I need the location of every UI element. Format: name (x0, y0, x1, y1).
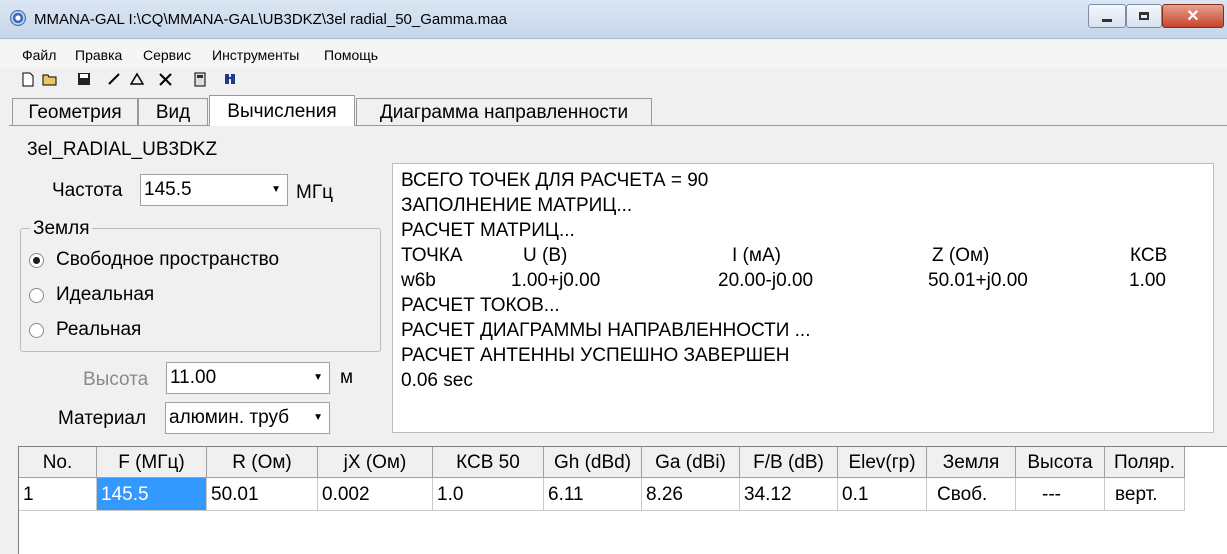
line-draw-icon[interactable] (106, 72, 122, 90)
tab-calculation[interactable]: Вычисления (209, 95, 355, 126)
tools-icon[interactable] (158, 72, 174, 90)
maximize-icon (1139, 12, 1149, 20)
tab-view[interactable]: Вид (138, 98, 208, 125)
height-unit: м (340, 367, 354, 388)
output-value-point: w6b (401, 270, 436, 291)
frequency-unit: МГц (296, 182, 333, 203)
antenna-name: 3el_RADIAL_UB3DKZ (27, 139, 218, 160)
table-cell[interactable]: 8.26 (642, 478, 740, 511)
material-label: Материал (58, 408, 147, 429)
output-line: РАСЧЕТ ДИАГРАММЫ НАПРАВЛЕННОСТИ ... (401, 320, 811, 341)
tab-geometry[interactable]: Геометрия (12, 98, 138, 125)
ground-group-title: Земля (30, 218, 93, 240)
triangle-icon[interactable] (129, 72, 145, 90)
frequency-value: 145.5 (144, 179, 192, 200)
radio-real-label[interactable]: Реальная (56, 319, 141, 341)
open-folder-icon[interactable] (42, 72, 58, 90)
output-line: РАСЧЕТ АНТЕННЫ УСПЕШНО ЗАВЕРШЕН (401, 345, 790, 366)
table-cell[interactable]: 1 (19, 478, 97, 511)
chevron-down-icon[interactable]: ▼ (313, 363, 323, 393)
table-cell[interactable]: 1.0 (433, 478, 544, 511)
radio-free-space-label[interactable]: Свободное пространство (56, 249, 279, 271)
column-header-r[interactable]: R (Ом) (207, 447, 318, 478)
frequency-label: Частота (52, 180, 123, 201)
close-button[interactable]: ✕ (1162, 4, 1224, 28)
chevron-down-icon[interactable]: ▼ (313, 403, 323, 433)
column-header-polarization[interactable]: Поляр. (1105, 447, 1185, 478)
minimize-icon (1102, 18, 1112, 22)
output-value-current: 20.00-j0.00 (718, 270, 814, 291)
output-line: РАСЧЕТ МАТРИЦ... (401, 220, 575, 241)
column-header-height[interactable]: Высота (1016, 447, 1105, 478)
column-header-no[interactable]: No. (19, 447, 97, 478)
output-line: ВСЕГО ТОЧЕК ДЛЯ РАСЧЕТА = 90 (401, 170, 709, 191)
minimize-button[interactable] (1088, 4, 1126, 28)
chevron-down-icon[interactable]: ▼ (271, 175, 281, 205)
column-header-ground[interactable]: Земля (927, 447, 1016, 478)
table-cell[interactable]: 0.002 (318, 478, 433, 511)
table-cell[interactable]: 50.01 (207, 478, 318, 511)
results-table[interactable]: No. F (МГц) R (Ом) jX (Ом) КСВ 50 Gh (dB… (18, 446, 1227, 554)
output-value-swr: 1.00 (1129, 270, 1166, 291)
table-cell[interactable]: Своб. (927, 478, 1016, 511)
menu-service[interactable]: Сервис (143, 47, 191, 63)
radio-selected-dot (33, 257, 40, 264)
table-cell[interactable]: 34.12 (740, 478, 838, 511)
table-cell-selected[interactable]: 145.5 (97, 478, 207, 511)
output-value-voltage: 1.00+j0.00 (511, 270, 601, 291)
height-combo[interactable]: 11.00 ▼ (166, 362, 330, 394)
save-disk-icon[interactable] (76, 72, 92, 90)
menu-edit[interactable]: Правка (75, 47, 122, 63)
maximize-button[interactable] (1126, 4, 1162, 28)
material-value: алюмин. труб (169, 407, 290, 428)
column-header-swr50[interactable]: КСВ 50 (433, 447, 544, 478)
output-line: ЗАПОЛНЕНИЕ МАТРИЦ... (401, 195, 633, 216)
frequency-combo[interactable]: 145.5 ▼ (140, 174, 288, 206)
table-cell[interactable]: верт. (1105, 478, 1185, 511)
column-header-jx[interactable]: jX (Ом) (318, 447, 433, 478)
menu-file[interactable]: Файл (22, 47, 56, 63)
table-cell[interactable]: 0.1 (838, 478, 927, 511)
app-icon (10, 10, 26, 26)
antenna-icon[interactable] (222, 72, 238, 90)
column-header-freq[interactable]: F (МГц) (97, 447, 207, 478)
height-label: Высота (83, 369, 149, 390)
new-file-icon[interactable] (20, 72, 36, 90)
toolbar (0, 70, 1227, 94)
output-header-swr: КСВ (1130, 245, 1168, 266)
table-cell[interactable]: 6.11 (544, 478, 642, 511)
material-combo[interactable]: алюмин. труб ▼ (165, 402, 330, 434)
menu-tools[interactable]: Инструменты (212, 47, 299, 63)
output-line: 0.06 sec (401, 370, 473, 391)
radio-ideal[interactable] (29, 288, 44, 303)
radio-ideal-label[interactable]: Идеальная (56, 284, 154, 306)
column-header-elev[interactable]: Elev(гр) (838, 447, 927, 478)
window-title: MMANA-GAL I:\CQ\MMANA-GAL\UB3DKZ\3el rad… (34, 11, 507, 28)
radio-real[interactable] (29, 323, 44, 338)
radio-free-space[interactable] (29, 253, 44, 268)
column-header-gh[interactable]: Gh (dBd) (544, 447, 642, 478)
table-cell[interactable]: --- (1016, 478, 1105, 511)
output-line: РАСЧЕТ ТОКОВ... (401, 295, 560, 316)
tab-radiation-pattern[interactable]: Диаграмма направленности (356, 98, 652, 125)
height-value: 11.00 (170, 367, 217, 388)
menu-help[interactable]: Помощь (324, 47, 378, 63)
column-header-ga[interactable]: Ga (dBi) (642, 447, 740, 478)
column-header-fb[interactable]: F/B (dB) (740, 447, 838, 478)
output-header-impedance: Z (Ом) (932, 245, 990, 266)
output-header-current: I (мА) (732, 245, 781, 266)
output-header-point: ТОЧКА (401, 245, 463, 266)
close-icon: ✕ (1186, 8, 1200, 25)
output-value-impedance: 50.01+j0.00 (928, 270, 1028, 291)
calculator-icon[interactable] (192, 72, 208, 90)
output-header-voltage: U (В) (523, 245, 568, 266)
